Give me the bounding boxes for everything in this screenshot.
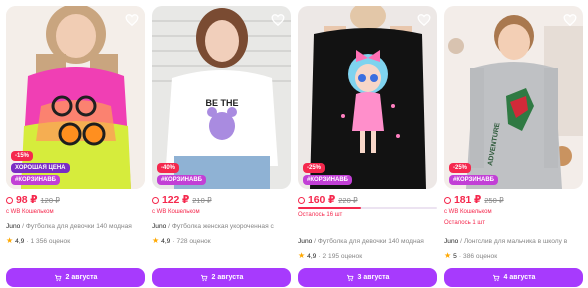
product-title[interactable]: Juno / Футболка для девочки 140 модная (6, 223, 145, 230)
promo-badge: #КОРЗИНАВБ (449, 175, 498, 185)
price-row: 98 ₽ 120 ₽ (6, 194, 60, 206)
stock-progress-fill (298, 207, 361, 209)
old-price: 120 ₽ (40, 195, 60, 205)
delivery-date: 3 августа (357, 274, 390, 281)
delivery-date: 2 августа (211, 274, 244, 281)
stock-note: Осталось 1 шт (444, 220, 485, 226)
brand: Juno (298, 238, 313, 245)
old-price: 210 ₽ (192, 195, 212, 205)
product-grid: -15% ХОРОШАЯ ЦЕНА #КОРЗИНАВБ 98 ₽ 120 ₽ … (6, 6, 583, 287)
star-icon: ★ (298, 251, 306, 260)
product-photo[interactable]: ADVENTURE -25% #КОРЗИНАВБ (444, 6, 583, 189)
delivery-date: 4 августа (503, 274, 536, 281)
brand: Juno (6, 223, 21, 230)
price: 181 ₽ (454, 194, 482, 206)
rating-value: 5 (453, 252, 457, 260)
product-photo[interactable]: -25% #КОРЗИНАВБ (298, 6, 437, 189)
wallet-note: с WB Кошельком (152, 209, 200, 215)
product-image: BE THE (152, 6, 291, 189)
good-price-badge: ХОРОШАЯ ЦЕНА (11, 163, 70, 173)
review-count: 386 оценок (463, 252, 498, 260)
wb-wallet-icon (298, 196, 305, 204)
product-photo[interactable]: BE THE -40% #КОРЗИНАВБ (152, 6, 291, 189)
rating: ★ 4,9 · 1 356 оценок (6, 237, 70, 245)
promo-badge: #КОРЗИНАВБ (157, 175, 206, 185)
cart-icon (200, 274, 207, 281)
product-title[interactable]: Juno / Футболка для девочки 140 модная (298, 238, 437, 245)
heart-outline-icon (125, 14, 139, 27)
product-card[interactable]: BE THE -40% #КОРЗИНАВБ 122 ₽ 210 ₽ с WB … (152, 6, 291, 287)
product-title[interactable]: Juno / Лонгслив для мальчика в школу в (444, 238, 583, 245)
heart-outline-icon (271, 14, 285, 27)
add-to-cart-button[interactable]: 4 августа (444, 268, 583, 287)
price: 160 ₽ (308, 194, 336, 206)
product-name: Лонгслив для мальчика в школу в (463, 238, 568, 245)
price: 122 ₽ (162, 194, 190, 206)
wb-wallet-icon (152, 196, 159, 204)
wallet-note: с WB Кошельком (6, 209, 54, 215)
promo-badge: #КОРЗИНАВБ (11, 175, 60, 185)
rating-separator: · (458, 252, 462, 260)
add-to-cart-button[interactable]: 2 августа (152, 268, 291, 287)
add-to-cart-button[interactable]: 3 августа (298, 268, 437, 287)
wallet-note: с WB Кошельком (444, 209, 492, 215)
favorite-button[interactable] (271, 13, 285, 27)
product-name: Футболка для девочки 140 модная (317, 238, 424, 245)
promo-badge: #КОРЗИНАВБ (303, 175, 352, 185)
wb-wallet-icon (6, 196, 13, 204)
heart-outline-icon (417, 14, 431, 27)
cart-icon (54, 274, 61, 281)
product-photo[interactable]: -15% ХОРОШАЯ ЦЕНА #КОРЗИНАВБ (6, 6, 145, 189)
old-price: 250 ₽ (484, 195, 504, 205)
review-count: 2 195 оценок (322, 252, 363, 260)
product-image: ADVENTURE (444, 6, 583, 189)
cart-icon (346, 274, 353, 281)
favorite-button[interactable] (417, 13, 431, 27)
review-count: 1 356 оценок (30, 237, 71, 245)
price: 98 ₽ (16, 194, 38, 206)
product-title[interactable]: Juno / Футболка женская укороченная с (152, 223, 291, 230)
svg-text:BE THE: BE THE (205, 98, 238, 108)
rating: ★ 4,9 · 2 195 оценок (298, 252, 362, 260)
star-icon: ★ (152, 236, 160, 245)
rating-separator: · (26, 237, 29, 245)
rating: ★ 5 · 386 оценок (444, 252, 497, 260)
favorite-button[interactable] (125, 13, 139, 27)
product-card[interactable]: ADVENTURE -25% #КОРЗИНАВБ 181 ₽ 250 ₽ с … (444, 6, 583, 287)
brand: Juno (444, 238, 459, 245)
product-card[interactable]: -15% ХОРОШАЯ ЦЕНА #КОРЗИНАВБ 98 ₽ 120 ₽ … (6, 6, 145, 287)
stock-note: Осталось 16 шт (298, 212, 343, 218)
rating-separator: · (172, 237, 175, 245)
product-image (298, 6, 437, 189)
discount-badge: -25% (449, 163, 472, 173)
product-card[interactable]: -25% #КОРЗИНАВБ 160 ₽ 220 ₽ Осталось 16 … (298, 6, 437, 287)
product-name: Футболка женская укороченная с (171, 223, 274, 230)
discount-badge: -25% (303, 163, 326, 173)
star-icon: ★ (6, 236, 14, 245)
price-row: 181 ₽ 250 ₽ (444, 194, 504, 206)
heart-outline-icon (563, 14, 577, 27)
rating-value: 4,9 (307, 252, 317, 260)
rating: ★ 4,9 · 728 оценок (152, 237, 211, 245)
add-to-cart-button[interactable]: 2 августа (6, 268, 145, 287)
discount-badge: -15% (11, 151, 34, 161)
old-price: 220 ₽ (338, 195, 358, 205)
rating-separator: · (318, 252, 321, 260)
price-row: 122 ₽ 210 ₽ (152, 194, 212, 206)
price-row: 160 ₽ 220 ₽ (298, 194, 358, 206)
delivery-date: 2 августа (65, 274, 98, 281)
stock-progress (298, 207, 437, 209)
rating-value: 4,9 (161, 237, 171, 245)
product-name: Футболка для девочки 140 модная (25, 223, 132, 230)
discount-badge: -40% (157, 163, 180, 173)
favorite-button[interactable] (563, 13, 577, 27)
review-count: 728 оценок (176, 237, 211, 245)
cart-icon (492, 274, 499, 281)
brand: Juno (152, 223, 167, 230)
star-icon: ★ (444, 251, 452, 260)
wb-wallet-icon (444, 196, 451, 204)
rating-value: 4,9 (15, 237, 25, 245)
